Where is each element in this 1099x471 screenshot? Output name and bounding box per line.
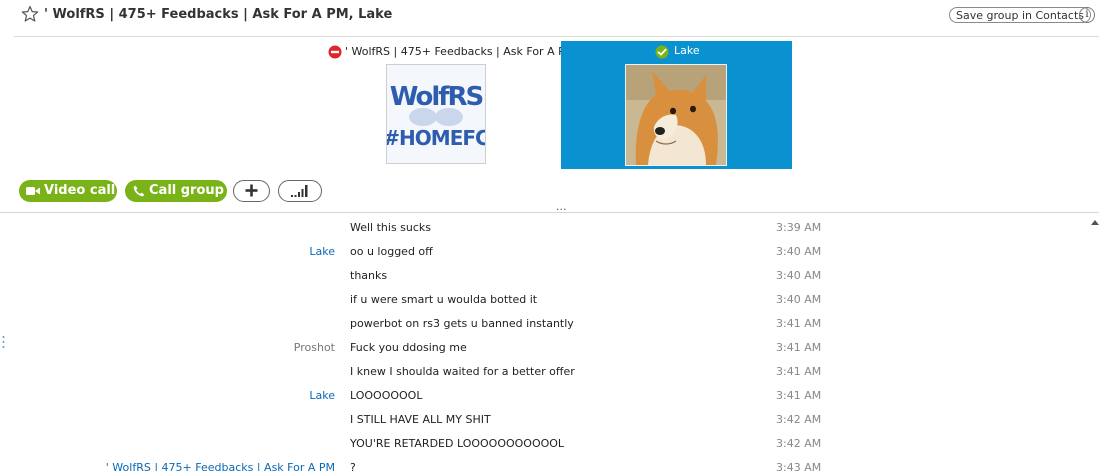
message-row: powerbot on rs3 gets u banned instantly …	[0, 312, 1090, 336]
online-status-icon	[655, 45, 669, 59]
conversation-title: ' WolfRS | 475+ Feedbacks | Ask For A PM…	[44, 7, 393, 22]
message-text: oo u logged off	[350, 245, 433, 258]
chat-scrollbar[interactable]	[1090, 216, 1099, 471]
message-row: ' WolfRS | 475+ Feedbacks | Ask For A PM…	[0, 456, 1090, 471]
message-time: 3:41 AM	[776, 341, 822, 354]
participant-name: Lake	[674, 44, 700, 57]
resize-grip-icon[interactable]: ···	[556, 204, 567, 215]
message-sender[interactable]: ' WolfRS | 475+ Feedbacks | Ask For A PM	[106, 456, 335, 471]
conversation-header: ' WolfRS | 475+ Feedbacks | Ask For A PM…	[0, 0, 1099, 34]
avatar: WolfRS #HOMEFC	[386, 64, 486, 164]
message-time: 3:39 AM	[776, 221, 822, 234]
message-text: YOU'RE RETARDED LOOOOOOOOOOOL	[350, 437, 565, 450]
message-row: thanks 3:40 AM	[0, 264, 1090, 288]
message-text: LOOOOOOOL	[350, 389, 423, 402]
video-call-label: Video call	[44, 183, 116, 198]
call-group-label: Call group	[149, 183, 224, 198]
panel-divider	[0, 212, 1099, 213]
message-text: I STILL HAVE ALL MY SHIT	[350, 413, 491, 426]
message-text: powerbot on rs3 gets u banned instantly	[350, 317, 574, 330]
message-time: 3:40 AM	[776, 269, 822, 282]
scroll-up-arrow-icon[interactable]	[1091, 220, 1099, 225]
message-sender[interactable]: Lake	[309, 384, 335, 408]
svg-text:WolfRS: WolfRS	[390, 82, 483, 112]
avatar: S	[625, 64, 727, 166]
message-text: thanks	[350, 269, 388, 282]
star-icon[interactable]	[21, 5, 39, 23]
dog-avatar-icon	[626, 65, 726, 165]
save-group-button[interactable]: Save group in Contacts	[949, 7, 1091, 23]
message-time: 3:41 AM	[776, 365, 822, 378]
message-row: I knew I shoulda waited for a better off…	[0, 360, 1090, 384]
message-text: I knew I shoulda waited for a better off…	[350, 365, 575, 378]
message-row: Lake LOOOOOOOL 3:41 AM	[0, 384, 1090, 408]
info-icon[interactable]: i	[1079, 7, 1095, 23]
do-not-disturb-icon	[328, 45, 342, 59]
message-sender[interactable]: Lake	[309, 240, 335, 264]
message-row: YOU'RE RETARDED LOOOOOOOOOOOL 3:42 AM	[0, 432, 1090, 456]
message-time: 3:42 AM	[776, 413, 822, 426]
message-time: 3:42 AM	[776, 437, 822, 450]
message-time: 3:41 AM	[776, 389, 822, 402]
message-row: if u were smart u woulda botted it 3:40 …	[0, 288, 1090, 312]
wolfrs-logo-icon: WolfRS #HOMEFC	[387, 65, 485, 163]
message-time: 3:41 AM	[776, 317, 822, 330]
message-text: ?	[350, 461, 356, 471]
video-call-button[interactable]: Video call	[19, 180, 117, 202]
svg-text:#HOMEFC: #HOMEFC	[387, 126, 485, 150]
message-sender[interactable]: Proshot	[294, 336, 335, 360]
message-row: Well this sucks 3:39 AM	[0, 216, 1090, 240]
video-camera-icon	[26, 187, 40, 195]
header-divider	[14, 36, 1099, 37]
phone-icon	[133, 185, 145, 197]
message-time: 3:40 AM	[776, 293, 822, 306]
message-time: 3:43 AM	[776, 461, 822, 471]
message-text: Fuck you ddosing me	[350, 341, 467, 354]
plus-icon	[245, 184, 258, 197]
add-participant-button[interactable]	[233, 180, 270, 202]
message-time: 3:40 AM	[776, 245, 822, 258]
message-row: Proshot Fuck you ddosing me 3:41 AM	[0, 336, 1090, 360]
message-text: if u were smart u woulda botted it	[350, 293, 538, 306]
message-row: I STILL HAVE ALL MY SHIT 3:42 AM	[0, 408, 1090, 432]
call-quality-button[interactable]	[278, 180, 322, 202]
participant-wolfrs[interactable]: ' WolfRS | 475+ Feedbacks | Ask For A PM…	[320, 41, 574, 169]
message-text: Well this sucks	[350, 221, 432, 234]
participant-name: ' WolfRS | 475+ Feedbacks | Ask For A PM	[345, 45, 575, 58]
call-group-button[interactable]: Call group	[125, 180, 227, 202]
chat-history[interactable]: Well this sucks 3:39 AM Lake oo u logged…	[0, 216, 1090, 471]
message-row: Lake oo u logged off 3:40 AM	[0, 240, 1090, 264]
signal-bars-icon	[291, 185, 308, 197]
participant-lake[interactable]: Lake S	[561, 41, 792, 169]
